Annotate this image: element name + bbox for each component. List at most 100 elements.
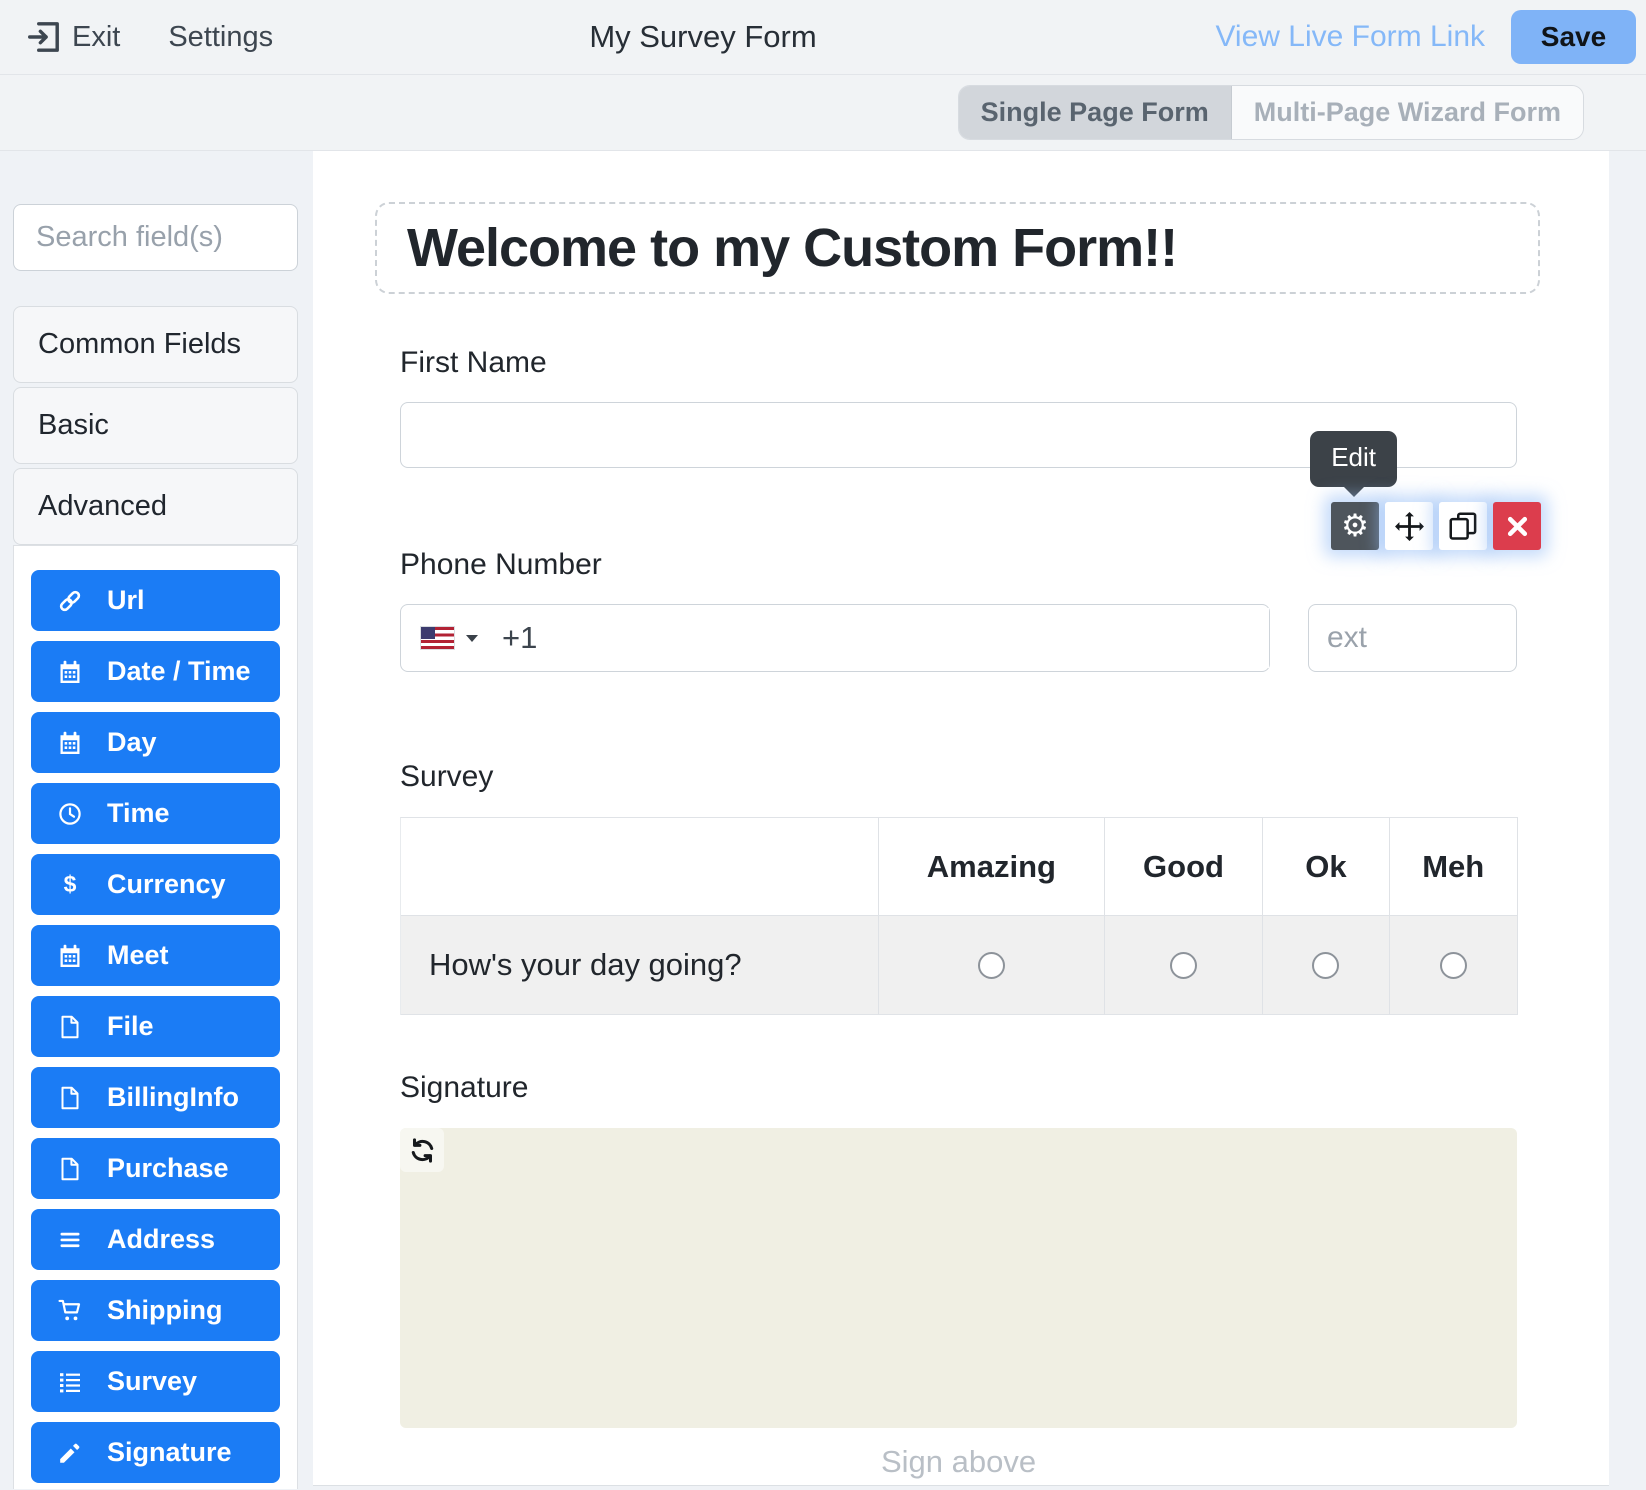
phone-input[interactable]: +1: [400, 604, 1270, 672]
field-button-url[interactable]: Url: [31, 570, 280, 631]
accordion-basic[interactable]: Basic: [13, 387, 298, 464]
file-icon: [57, 1014, 83, 1040]
link-icon: [57, 588, 83, 614]
field-button-survey[interactable]: Survey: [31, 1351, 280, 1412]
field-button-label: Currency: [107, 869, 226, 900]
top-bar: Exit Settings My Survey Form View Live F…: [0, 0, 1646, 75]
survey-column-meh: Meh: [1390, 818, 1518, 915]
field-button-label: Address: [107, 1224, 215, 1255]
field-button-label: Purchase: [107, 1153, 229, 1184]
phone-number-label: Phone Number: [400, 548, 1517, 582]
topbar-actions: View Live Form Link Save: [1215, 10, 1636, 64]
delete-x-icon: [1505, 514, 1530, 539]
survey-radio-ok[interactable]: [1312, 952, 1339, 979]
field-palette-sidebar: Common Fields Basic Advanced Url Date / …: [13, 151, 298, 1489]
page-title: My Survey Form: [589, 19, 816, 55]
tooltip-arrow: [1343, 486, 1365, 497]
survey-cell-good: [1105, 915, 1264, 1015]
field-button-shipping[interactable]: Shipping: [31, 1280, 280, 1341]
copy-icon: [1448, 511, 1478, 541]
flag-canton: [421, 627, 435, 639]
delete-x-button[interactable]: [1493, 502, 1541, 550]
list-icon: [57, 1369, 83, 1395]
field-button-label: BillingInfo: [107, 1082, 239, 1113]
accordion-advanced[interactable]: Advanced: [13, 468, 298, 545]
field-button-purchase[interactable]: Purchase: [31, 1138, 280, 1199]
field-button-label: Date / Time: [107, 656, 251, 687]
first-name-label: First Name: [400, 346, 1517, 380]
dial-code: +1: [502, 620, 537, 656]
field-button-currency[interactable]: $ Currency: [31, 854, 280, 915]
workspace: Common Fields Basic Advanced Url Date / …: [0, 151, 1646, 1489]
form-title-block[interactable]: Welcome to my Custom Form!!: [375, 202, 1540, 294]
toggle-single-page-form[interactable]: Single Page Form: [959, 86, 1232, 139]
field-button-signature[interactable]: Signature: [31, 1422, 280, 1483]
save-button[interactable]: Save: [1511, 10, 1636, 64]
us-flag-icon[interactable]: [421, 627, 454, 649]
survey-cell-ok: [1263, 915, 1389, 1015]
field-button-label: Time: [107, 798, 170, 829]
file-icon: [57, 1156, 83, 1182]
view-live-form-link[interactable]: View Live Form Link: [1215, 20, 1485, 54]
survey-radio-meh[interactable]: [1440, 952, 1467, 979]
field-button-label: Survey: [107, 1366, 197, 1397]
pencil-icon: [57, 1440, 83, 1466]
phone-ext-input[interactable]: [1308, 604, 1517, 672]
field-button-label: Shipping: [107, 1295, 222, 1326]
field-button-address[interactable]: Address: [31, 1209, 280, 1270]
survey-radio-amazing[interactable]: [978, 952, 1005, 979]
form-title-text: Welcome to my Custom Form!!: [407, 217, 1177, 279]
accordion-common-fields[interactable]: Common Fields: [13, 306, 298, 383]
gear-button[interactable]: ⚙: [1331, 502, 1379, 550]
sub-bar: Single Page Form Multi-Page Wizard Form: [0, 75, 1646, 151]
field-button-date-time[interactable]: Date / Time: [31, 641, 280, 702]
survey-column-ok: Ok: [1263, 818, 1389, 915]
edit-tooltip-label: Edit: [1331, 442, 1376, 472]
menu-icon: [57, 1227, 83, 1253]
field-button-label: Meet: [107, 940, 169, 971]
field-button-label: Day: [107, 727, 157, 758]
field-button-label: Signature: [107, 1437, 232, 1468]
field-button-time[interactable]: Time: [31, 783, 280, 844]
move-icon: [1394, 511, 1425, 542]
exit-button[interactable]: Exit: [26, 19, 120, 55]
field-button-meet[interactable]: Meet: [31, 925, 280, 986]
survey-cell-amazing: [879, 915, 1105, 1015]
survey-column-amazing: Amazing: [879, 818, 1105, 915]
gear-icon: ⚙: [1341, 511, 1369, 542]
toggle-multi-page-wizard-form[interactable]: Multi-Page Wizard Form: [1232, 86, 1583, 139]
field-button-day[interactable]: Day: [31, 712, 280, 773]
signature-pad[interactable]: [400, 1128, 1517, 1428]
survey-radio-good[interactable]: [1170, 952, 1197, 979]
signature-hint: Sign above: [400, 1444, 1517, 1480]
dollar-icon: $: [57, 872, 83, 898]
survey-column-good: Good: [1105, 818, 1264, 915]
chevron-down-icon[interactable]: [466, 635, 478, 642]
survey-header-corner: [401, 818, 879, 915]
field-action-toolbar: ⚙: [1331, 502, 1541, 550]
signature-label: Signature: [400, 1071, 1517, 1105]
clock-icon: [57, 801, 83, 827]
refresh-icon: [409, 1137, 436, 1164]
exit-label: Exit: [72, 21, 120, 54]
field-button-billinginfo[interactable]: BillingInfo: [31, 1067, 280, 1128]
field-button-file[interactable]: File: [31, 996, 280, 1057]
survey-question: How's your day going?: [401, 915, 879, 1015]
field-button-label: File: [107, 1011, 154, 1042]
search-input[interactable]: [13, 204, 298, 271]
copy-button[interactable]: [1439, 502, 1487, 550]
settings-button[interactable]: Settings: [168, 21, 273, 54]
advanced-fields-panel: Url Date / Time Day Time $ Currency Meet…: [13, 545, 298, 1489]
move-button[interactable]: [1385, 502, 1433, 550]
phone-row: +1: [400, 604, 1517, 672]
calendar-icon: [57, 730, 83, 756]
phone-number-field[interactable]: [543, 608, 1269, 667]
edit-tooltip: Edit: [1310, 431, 1397, 487]
survey-table: AmazingGoodOkMeh How's your day going?: [400, 817, 1518, 1015]
file-icon: [57, 1085, 83, 1111]
form-canvas: Welcome to my Custom Form!! First Name P…: [313, 151, 1609, 1486]
refresh-signature-button[interactable]: [400, 1128, 444, 1172]
calendar-icon: [57, 943, 83, 969]
calendar-icon: [57, 659, 83, 685]
cart-icon: [57, 1298, 83, 1324]
